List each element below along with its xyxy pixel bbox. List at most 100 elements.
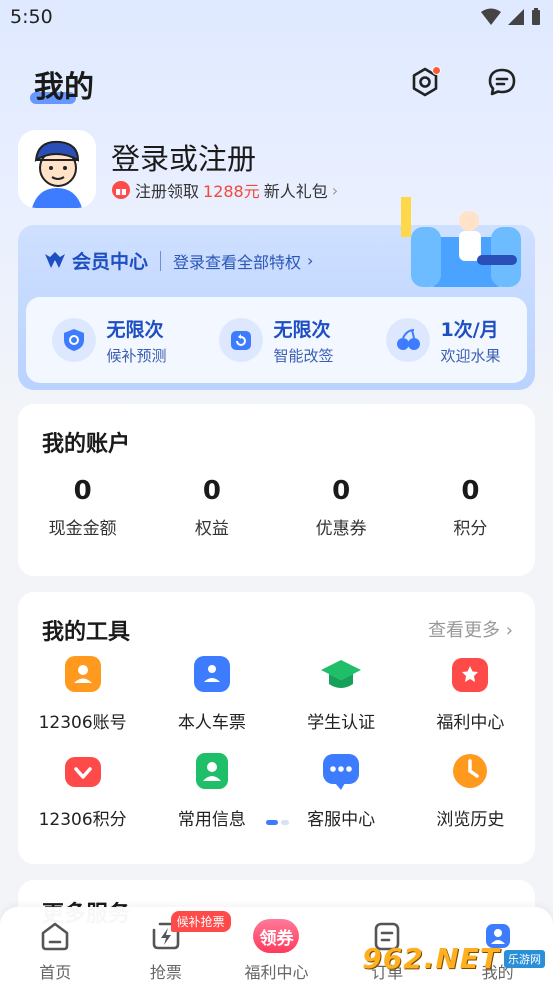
tool-my-tickets[interactable]: 本人车票 xyxy=(147,652,276,733)
contact-icon xyxy=(190,749,234,793)
vip-perks: 无限次候补预测 无限次智能改签 1次/月欢迎水果 xyxy=(26,297,527,383)
vip-header[interactable]: 会员中心 登录查看全部特权 › xyxy=(44,247,313,274)
page-dot-active xyxy=(266,820,278,825)
home-icon xyxy=(38,919,72,953)
watermark-sub: 乐游网 xyxy=(504,949,545,968)
ticket-icon xyxy=(190,652,234,696)
alarm-clock-icon xyxy=(219,318,264,362)
tab-home[interactable]: 首页 xyxy=(0,907,111,983)
account-item-rights[interactable]: 0 权益 xyxy=(147,476,276,539)
see-more-link[interactable]: 查看更多 › xyxy=(428,616,513,642)
login-register-title[interactable]: 登录或注册 xyxy=(111,136,256,178)
avatar[interactable] xyxy=(18,130,96,208)
notification-dot xyxy=(432,66,441,75)
tab-grab-ticket[interactable]: 候补抢票 抢票 xyxy=(111,907,231,983)
header: 我的 xyxy=(0,52,553,112)
coupon-icon: 领券 xyxy=(253,919,300,953)
signal-icon xyxy=(508,9,524,25)
shield-icon xyxy=(52,318,97,362)
gift-amount: 1288元 xyxy=(203,182,260,201)
status-icons xyxy=(481,8,541,26)
points-icon xyxy=(61,749,105,793)
tool-label: 12306积分 xyxy=(38,810,127,830)
perk-item[interactable]: 无限次 智能改签 xyxy=(219,315,334,366)
account-icon xyxy=(61,652,105,696)
chevron-right-icon: › xyxy=(331,180,339,200)
tools-card: 我的工具 查看更多 › 12306账号 本人车票 学生认证 福利中心 12306… xyxy=(18,592,535,864)
perk-item[interactable]: 无限次 候补预测 xyxy=(52,315,167,366)
watermark-logo: 962.NET 乐游网 xyxy=(362,942,545,975)
account-label: 现金金额 xyxy=(48,519,117,539)
message-button[interactable] xyxy=(484,64,520,100)
page-dot xyxy=(281,820,289,825)
avatar-icon xyxy=(18,130,96,208)
account-value: 0 xyxy=(202,476,221,506)
clock-icon xyxy=(448,749,492,793)
tool-label: 本人车票 xyxy=(177,713,246,733)
chevron-right-icon: › xyxy=(307,251,314,270)
perk-sub: 智能改签 xyxy=(273,346,334,365)
tools-title: 我的工具 xyxy=(42,620,131,645)
account-row: 0 现金金额 0 权益 0 优惠券 0 积分 xyxy=(18,476,535,539)
vip-illustration xyxy=(401,197,521,287)
tools-grid: 12306账号 本人车票 学生认证 福利中心 12306积分 常用信息 客服中心 xyxy=(18,652,535,830)
account-item-points[interactable]: 0 积分 xyxy=(406,476,535,539)
page-indicator xyxy=(266,820,289,825)
account-item-coupons[interactable]: 0 优惠券 xyxy=(277,476,406,539)
vip-crown-icon xyxy=(45,251,65,268)
watermark-text: 962.NET xyxy=(362,942,500,975)
account-label: 权益 xyxy=(194,519,229,539)
tab-label: 首页 xyxy=(39,963,72,982)
tool-common-info[interactable]: 常用信息 xyxy=(147,749,276,830)
tab-welfare[interactable]: 领券 福利中心 xyxy=(221,907,332,983)
account-label: 优惠券 xyxy=(315,519,367,539)
tool-student-verify[interactable]: 学生认证 xyxy=(277,652,406,733)
perk-title: 1次/月 xyxy=(440,318,499,341)
account-card: 我的账户 0 现金金额 0 权益 0 优惠券 0 积分 xyxy=(18,404,535,576)
perk-title: 无限次 xyxy=(106,318,164,341)
settings-button[interactable] xyxy=(407,64,443,100)
tool-label: 客服中心 xyxy=(307,810,376,830)
tool-label: 常用信息 xyxy=(177,810,246,830)
see-more-label: 查看更多 xyxy=(428,620,501,641)
account-value: 0 xyxy=(461,476,480,506)
status-time: 5:50 xyxy=(10,6,53,28)
vip-subtitle: 登录查看全部特权 xyxy=(173,252,302,272)
tool-browse-history[interactable]: 浏览历史 xyxy=(406,749,535,830)
graduation-cap-icon xyxy=(319,652,363,696)
perk-sub: 欢迎水果 xyxy=(440,346,501,365)
tab-label: 福利中心 xyxy=(244,963,309,982)
tool-customer-service[interactable]: 客服中心 xyxy=(277,749,406,830)
gift-icon xyxy=(448,652,492,696)
status-bar: 5:50 xyxy=(0,0,553,36)
account-label: 积分 xyxy=(453,519,488,539)
tool-label: 福利中心 xyxy=(436,713,505,733)
page-title: 我的 xyxy=(34,70,94,105)
tool-label: 学生认证 xyxy=(307,713,376,733)
tool-12306-account[interactable]: 12306账号 xyxy=(18,652,147,733)
cherry-icon xyxy=(386,318,431,362)
tool-welfare-center[interactable]: 福利中心 xyxy=(406,652,535,733)
gift-prefix: 注册领取 xyxy=(135,182,200,201)
new-user-gift-link[interactable]: 注册领取 1288元 新人礼包 › xyxy=(111,178,338,202)
vip-center-card[interactable]: 会员中心 登录查看全部特权 › 无限次候补预测 无限次智能改签 1次/月欢迎水果 xyxy=(18,197,535,390)
gift-suffix: 新人礼包 xyxy=(263,182,328,201)
perk-item[interactable]: 1次/月欢迎水果 xyxy=(386,315,501,366)
vip-divider xyxy=(160,250,162,271)
tool-label: 12306账号 xyxy=(38,713,127,733)
tool-label: 浏览历史 xyxy=(436,810,505,830)
account-item-cash[interactable]: 0 现金金额 xyxy=(18,476,147,539)
tool-12306-points[interactable]: 12306积分 xyxy=(18,749,147,830)
account-value: 0 xyxy=(73,476,92,506)
gift-icon xyxy=(112,181,130,199)
chevron-right-icon: › xyxy=(505,620,513,641)
perk-sub: 候补预测 xyxy=(106,346,167,365)
tab-label: 抢票 xyxy=(149,963,182,982)
perk-title: 无限次 xyxy=(273,318,331,341)
message-icon xyxy=(488,68,516,96)
chat-icon xyxy=(319,749,363,793)
vip-title: 会员中心 xyxy=(72,251,149,273)
account-title: 我的账户 xyxy=(42,432,131,457)
account-value: 0 xyxy=(332,476,351,506)
battery-icon xyxy=(532,8,540,25)
